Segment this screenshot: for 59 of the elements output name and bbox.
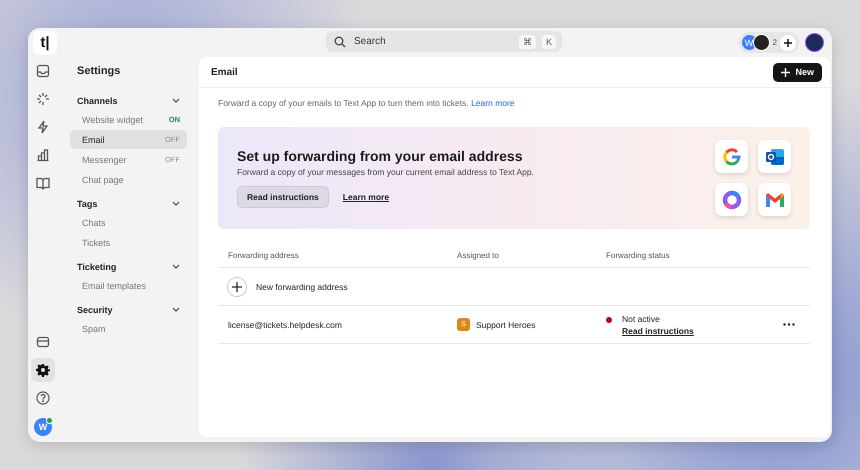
section-header[interactable]: Ticketing [70,260,187,274]
description-text: Forward a copy of your emails to Text App to turn them into tickets. [218,98,469,108]
avatar-circle [752,34,770,51]
nav-item[interactable]: Chats [70,213,187,232]
add-icon [780,34,796,50]
bolt-icon [36,120,50,134]
learn-more-link[interactable]: Learn more [342,192,390,202]
address-cell-text: license@tickets.helpdesk.com [228,320,343,330]
google-logo-icon [722,146,742,166]
nav-item[interactable]: Chat page [70,170,187,189]
card-icon [36,335,50,349]
help-icon [36,391,50,405]
user-avatar[interactable]: W [34,418,52,436]
search-field[interactable]: Search ⌘ K [326,31,562,52]
nav-item[interactable]: Tickets [70,233,187,252]
shortcut-key: K [542,34,556,48]
shortcut-key: ⌘ [518,34,536,48]
banner-title: Set up forwarding from your email address [237,148,524,164]
ring-logo-icon [720,188,742,210]
plus-icon [232,282,242,292]
settings-icon [36,363,50,377]
section-header[interactable]: Channels [70,94,187,108]
section-header[interactable]: Security [70,303,187,317]
add-address-label[interactable]: New forwarding address [256,282,348,292]
avatar-initial: W [742,35,757,50]
learn-more-link[interactable]: Learn more [471,98,515,108]
new-button[interactable]: New [773,62,822,82]
status-text: Not active [622,314,661,324]
column-header: Assigned to [457,250,500,260]
bar-chart-icon [36,148,50,162]
member-count: 2 [772,38,777,47]
column-header: Forwarding address [228,250,300,260]
banner-text: Forward a copy of your messages from your current email address to Text App. [237,167,534,177]
rail-button[interactable] [31,358,55,382]
team-name: Support Heroes [476,320,536,330]
settings-title: Settings [76,65,122,77]
provider-tile[interactable] [758,140,791,173]
add-button[interactable] [227,276,247,296]
sparkle-icon [36,92,50,106]
column-header: Forwarding status [606,250,671,260]
profile-avatar[interactable] [805,33,824,52]
book-icon [36,176,50,190]
gmail-logo-icon [764,190,786,208]
more-icon [783,323,795,326]
nav-item[interactable]: Spam [70,319,187,338]
inbox-icon [36,64,50,78]
team-avatars[interactable]: W 2 [738,32,799,53]
provider-tile[interactable] [715,183,748,216]
search-icon [334,36,346,48]
page-title: Email [211,66,238,78]
plus-icon [781,68,790,76]
provider-tile[interactable] [758,183,791,216]
read-instructions-button[interactable]: Read instructions [237,186,329,208]
section-header[interactable]: Tags [70,197,187,211]
read-instructions-link[interactable]: Read instructions [622,326,694,336]
nav-item[interactable]: Email templates [70,276,187,295]
app-logo[interactable]: t| [33,30,57,54]
search-input[interactable]: Search [352,35,513,48]
provider-tile[interactable] [715,140,748,173]
